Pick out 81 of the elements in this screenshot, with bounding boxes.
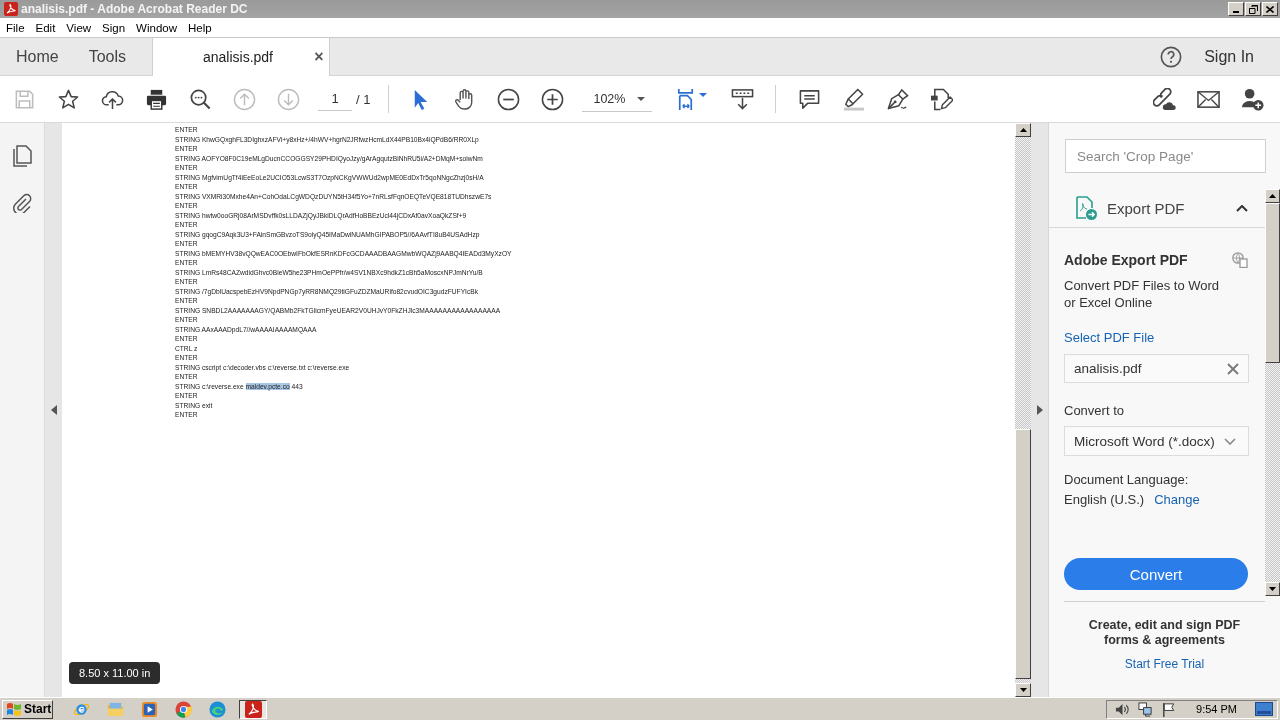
page-size-badge: 8.50 x 11.00 in bbox=[69, 662, 161, 684]
add-user-icon[interactable] bbox=[1240, 87, 1264, 111]
search-field[interactable]: Search 'Crop Page' bbox=[1065, 139, 1266, 173]
chevron-down-icon bbox=[1224, 437, 1236, 445]
up-arrow-icon bbox=[1269, 194, 1276, 198]
change-link[interactable]: Change bbox=[1154, 492, 1200, 507]
windows-flag-icon bbox=[6, 702, 22, 716]
scrollbar-thumb[interactable] bbox=[1265, 203, 1280, 363]
speaker-icon[interactable] bbox=[1115, 701, 1131, 717]
promo-text: Create, edit and sign PDF forms & agreements bbox=[1087, 618, 1242, 648]
help-icon[interactable] bbox=[1160, 45, 1183, 68]
restore-button[interactable] bbox=[1245, 2, 1261, 16]
menu-item[interactable]: Window bbox=[136, 21, 177, 34]
nav-tab[interactable]: Home bbox=[0, 38, 74, 75]
link-cloud-icon[interactable] bbox=[1152, 87, 1176, 111]
scroll-down-button[interactable] bbox=[1265, 582, 1280, 596]
menu-item[interactable]: Edit bbox=[35, 21, 56, 34]
field-label: Convert to bbox=[1064, 403, 1124, 418]
caret-icon[interactable] bbox=[637, 96, 646, 101]
pen-nib-icon[interactable] bbox=[885, 87, 909, 111]
star-icon[interactable] bbox=[56, 87, 80, 111]
chevron-up-icon bbox=[1236, 204, 1248, 212]
clear-icon[interactable] bbox=[1227, 362, 1239, 375]
scroll-up-button[interactable] bbox=[1265, 189, 1280, 203]
window-title: analisis.pdf - Adobe Acrobat Reader DC bbox=[21, 2, 248, 16]
description-text: Convert PDF Files to Word or Excel Online bbox=[1064, 277, 1221, 311]
search-icon[interactable] bbox=[188, 87, 212, 111]
taskbar-button[interactable] bbox=[239, 699, 267, 719]
clock[interactable]: 9:54 PM bbox=[1196, 703, 1237, 715]
menu-item[interactable]: View bbox=[66, 21, 92, 34]
file-field[interactable]: analisis.pdf bbox=[1064, 354, 1249, 383]
menu-item[interactable]: Help bbox=[188, 21, 212, 34]
down-arrow-icon bbox=[1019, 688, 1027, 692]
start-button[interactable]: Start bbox=[2, 699, 53, 719]
left-arrow-icon[interactable] bbox=[50, 405, 57, 415]
flag-icon[interactable] bbox=[1161, 701, 1177, 717]
zoom-in-icon[interactable] bbox=[540, 87, 564, 111]
edit-document-icon[interactable] bbox=[929, 87, 953, 111]
scroll-mode-icon[interactable] bbox=[730, 87, 754, 111]
select-file-link[interactable]: Select PDF File bbox=[1064, 330, 1155, 345]
page-count: / 1 bbox=[356, 91, 371, 107]
zoom-field[interactable]: 102% bbox=[582, 86, 653, 112]
sign-in-button[interactable]: Sign In bbox=[1204, 38, 1254, 75]
paperclip-icon[interactable] bbox=[12, 191, 32, 213]
document-tab[interactable]: analisis.pdf × bbox=[153, 38, 330, 76]
close-icon bbox=[1266, 5, 1274, 13]
convert-button[interactable]: Convert bbox=[1064, 558, 1248, 590]
pages-icon[interactable] bbox=[12, 145, 32, 167]
browser-icon bbox=[208, 700, 226, 718]
scroll-up-button[interactable] bbox=[1015, 123, 1031, 137]
minimize-button[interactable] bbox=[1228, 2, 1244, 16]
network-icon[interactable] bbox=[1138, 701, 1154, 717]
page-number-field[interactable]: 1 bbox=[318, 87, 352, 111]
vertical-scrollbar[interactable] bbox=[1015, 123, 1031, 697]
up-arrow-icon bbox=[1019, 128, 1027, 132]
print-icon[interactable] bbox=[144, 87, 168, 111]
zoom-out-icon[interactable] bbox=[496, 87, 520, 111]
pdf-app-icon bbox=[4, 2, 18, 16]
close-button[interactable] bbox=[1262, 2, 1278, 16]
export-pdf-icon bbox=[1075, 196, 1097, 220]
menu-item[interactable]: File bbox=[6, 21, 25, 34]
language-value: English (U.S.) bbox=[1064, 492, 1145, 507]
minimize-icon bbox=[1233, 11, 1239, 13]
comment-icon[interactable] bbox=[797, 87, 821, 111]
menu-item[interactable]: Sign bbox=[102, 21, 126, 34]
folder-icon bbox=[106, 700, 124, 718]
panel-scrollbar[interactable] bbox=[1265, 189, 1280, 596]
globe-document-icon[interactable] bbox=[1232, 252, 1248, 268]
scroll-down-button[interactable] bbox=[1015, 683, 1031, 697]
highlighter-icon[interactable] bbox=[841, 87, 865, 111]
down-arrow-icon bbox=[1269, 587, 1276, 591]
right-arrow-icon[interactable] bbox=[1036, 405, 1043, 415]
scrollbar-thumb[interactable] bbox=[1015, 429, 1031, 679]
format-dropdown[interactable]: Microsoft Word (*.docx) bbox=[1064, 426, 1249, 456]
field-label: Document Language: bbox=[1064, 472, 1189, 487]
caret-icon[interactable] bbox=[699, 93, 708, 97]
nav-tab[interactable]: Tools bbox=[73, 38, 142, 75]
close-tab-button[interactable]: × bbox=[311, 48, 327, 66]
restore-icon bbox=[1248, 4, 1258, 14]
free-trial-link[interactable]: Start Free Trial bbox=[1124, 657, 1205, 671]
section-heading: Adobe Export PDF bbox=[1064, 252, 1188, 268]
